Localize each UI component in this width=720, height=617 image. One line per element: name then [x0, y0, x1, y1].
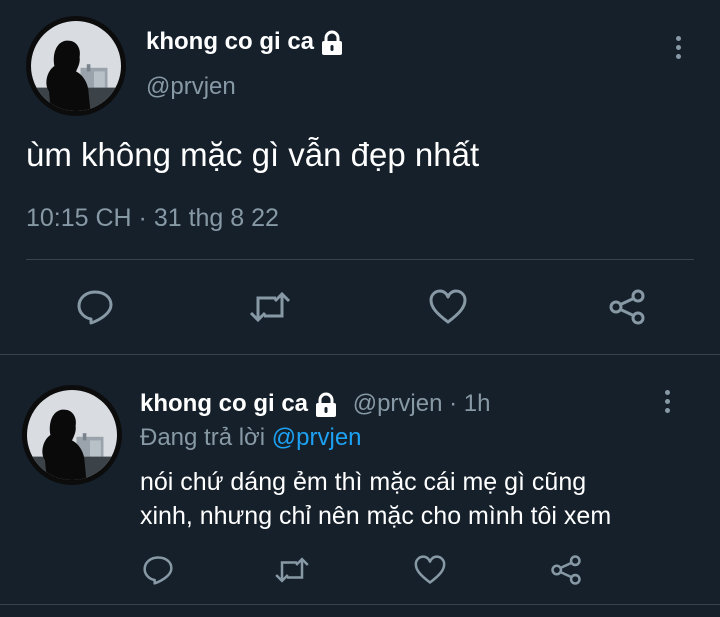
reply-author-name[interactable]: khong co gi ca: [140, 390, 308, 417]
replying-to: Đang trả lời @prvjen: [140, 424, 362, 452]
tweet-text: ùm không mặc gì vẫn đẹp nhất: [26, 136, 480, 173]
more-vertical-icon: [675, 36, 681, 41]
reply-text-line: xinh, nhưng chỉ nên mặc cho mình tôi xem: [140, 502, 612, 530]
author-name-text[interactable]: khong co gi ca: [146, 28, 314, 55]
lock-icon: [322, 30, 343, 55]
reply-author-handle[interactable]: @prvjen: [353, 390, 443, 417]
divider: [26, 259, 694, 260]
lock-icon: [316, 392, 337, 417]
avatar[interactable]: [26, 16, 126, 116]
like-icon: [429, 289, 467, 324]
share-icon: [551, 555, 581, 585]
replying-prefix: Đang trả lời: [140, 424, 266, 451]
author-name[interactable]: khong co gi ca: [146, 28, 344, 56]
more-vertical-icon: [664, 390, 670, 395]
separator-dot: ·: [449, 390, 458, 417]
reply-like-button[interactable]: [410, 550, 450, 590]
reply-more-options-button[interactable]: [659, 390, 675, 420]
like-icon: [414, 555, 446, 584]
divider: [0, 354, 720, 355]
reply-text: nói chứ dáng ẻm thì mặc cái mẹ gì cũng x…: [140, 465, 611, 533]
share-icon: [609, 289, 645, 325]
retweet-icon: [249, 291, 291, 323]
reply-text-line: nói chứ dáng ẻm thì mặc cái mẹ gì cũng: [140, 468, 587, 496]
replying-to-link[interactable]: @prvjen: [272, 424, 362, 451]
reply-author-line: khong co gi ca @prvjen · 1h: [140, 390, 490, 418]
more-options-button[interactable]: [670, 36, 686, 66]
reply-reply-button[interactable]: [138, 550, 178, 590]
author-handle[interactable]: @prvjen: [146, 73, 236, 101]
tweet-timestamp[interactable]: 10:15 CH · 31 thg 8 22: [26, 204, 279, 233]
divider: [0, 604, 720, 605]
reply-avatar[interactable]: [22, 385, 122, 485]
reply-retweet-button[interactable]: [272, 550, 312, 590]
reply-age[interactable]: 1h: [464, 390, 491, 417]
reply-share-button[interactable]: [546, 550, 586, 590]
retweet-icon: [275, 557, 309, 583]
reply-icon: [143, 556, 173, 585]
retweet-button[interactable]: [247, 284, 293, 330]
reply-button[interactable]: [72, 284, 118, 330]
share-button[interactable]: [604, 284, 650, 330]
reply-icon: [77, 290, 113, 325]
like-button[interactable]: [425, 284, 471, 330]
